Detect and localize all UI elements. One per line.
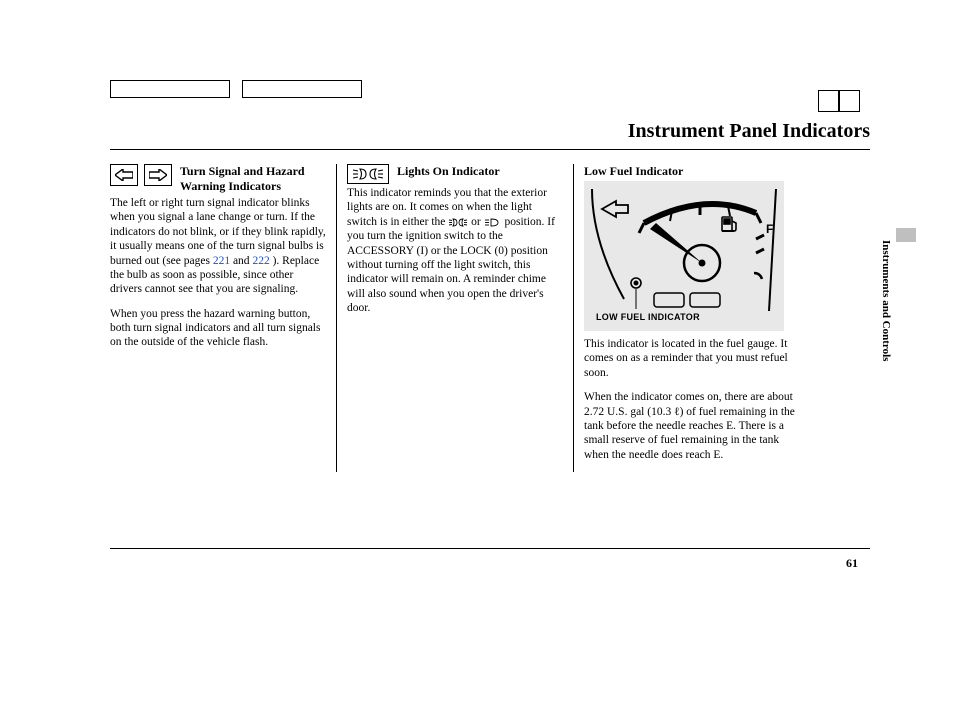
section-thumb-tab — [896, 228, 916, 242]
page-link-221[interactable]: 221 — [213, 255, 230, 267]
top-box-1 — [110, 80, 230, 98]
low-fuel-body-1: This indicator is located in the fuel ga… — [584, 337, 800, 380]
page-link-222[interactable]: 222 — [252, 255, 269, 267]
turn-signal-body-1: The left or right turn signal indicator … — [110, 196, 326, 297]
low-fuel-body-2: When the indicator comes on, there are a… — [584, 390, 800, 462]
footer-rule — [110, 548, 870, 549]
figure-caption: LOW FUEL INDICATOR — [596, 312, 700, 323]
turn-signal-body-2: When you press the hazard warning button… — [110, 307, 326, 350]
corner-square-2 — [838, 90, 860, 112]
lo-mid1: or — [468, 216, 483, 228]
title-rule — [110, 149, 870, 150]
lights-on-body: This indicator reminds you that the exte… — [347, 186, 563, 315]
top-placeholder-boxes — [110, 80, 870, 98]
heading-turn-signal: Turn Signal and Hazard Warning Indicator… — [110, 164, 326, 194]
lo-p1b: position. If you turn the ignition switc… — [347, 216, 555, 314]
page-body: Instrument Panel Indicators — [110, 80, 870, 472]
turn-signal-icons — [110, 164, 172, 186]
parking-light-glyph-icon — [448, 217, 468, 227]
lights-on-icon-row — [347, 164, 389, 184]
fuel-gauge-svg: F — [584, 181, 784, 331]
heading-lights-on: Lights On Indicator — [347, 164, 563, 184]
page-number: 61 — [846, 556, 858, 571]
page-title: Instrument Panel Indicators — [110, 120, 870, 143]
column-low-fuel: Low Fuel Indicator — [574, 164, 800, 472]
gauge-F-label: F — [766, 222, 773, 236]
heading-low-fuel: Low Fuel Indicator — [584, 164, 800, 179]
ts-mid: and — [230, 255, 252, 267]
fuel-gauge-figure: F LOW FUEL INDICATOR — [584, 181, 784, 331]
headlight-glyph-icon — [484, 217, 502, 227]
left-arrow-icon — [110, 164, 138, 186]
content-columns: Turn Signal and Hazard Warning Indicator… — [110, 164, 870, 472]
column-turn-signal: Turn Signal and Hazard Warning Indicator… — [110, 164, 336, 472]
heading-text-low-fuel: Low Fuel Indicator — [584, 164, 800, 179]
top-box-2 — [242, 80, 362, 98]
corner-marker — [819, 90, 860, 112]
lights-on-icon — [347, 164, 389, 184]
column-lights-on: Lights On Indicator This indicator remin… — [337, 164, 573, 472]
right-arrow-icon — [144, 164, 172, 186]
section-label: Instruments and Controls — [880, 240, 892, 361]
corner-square-1 — [818, 90, 840, 112]
